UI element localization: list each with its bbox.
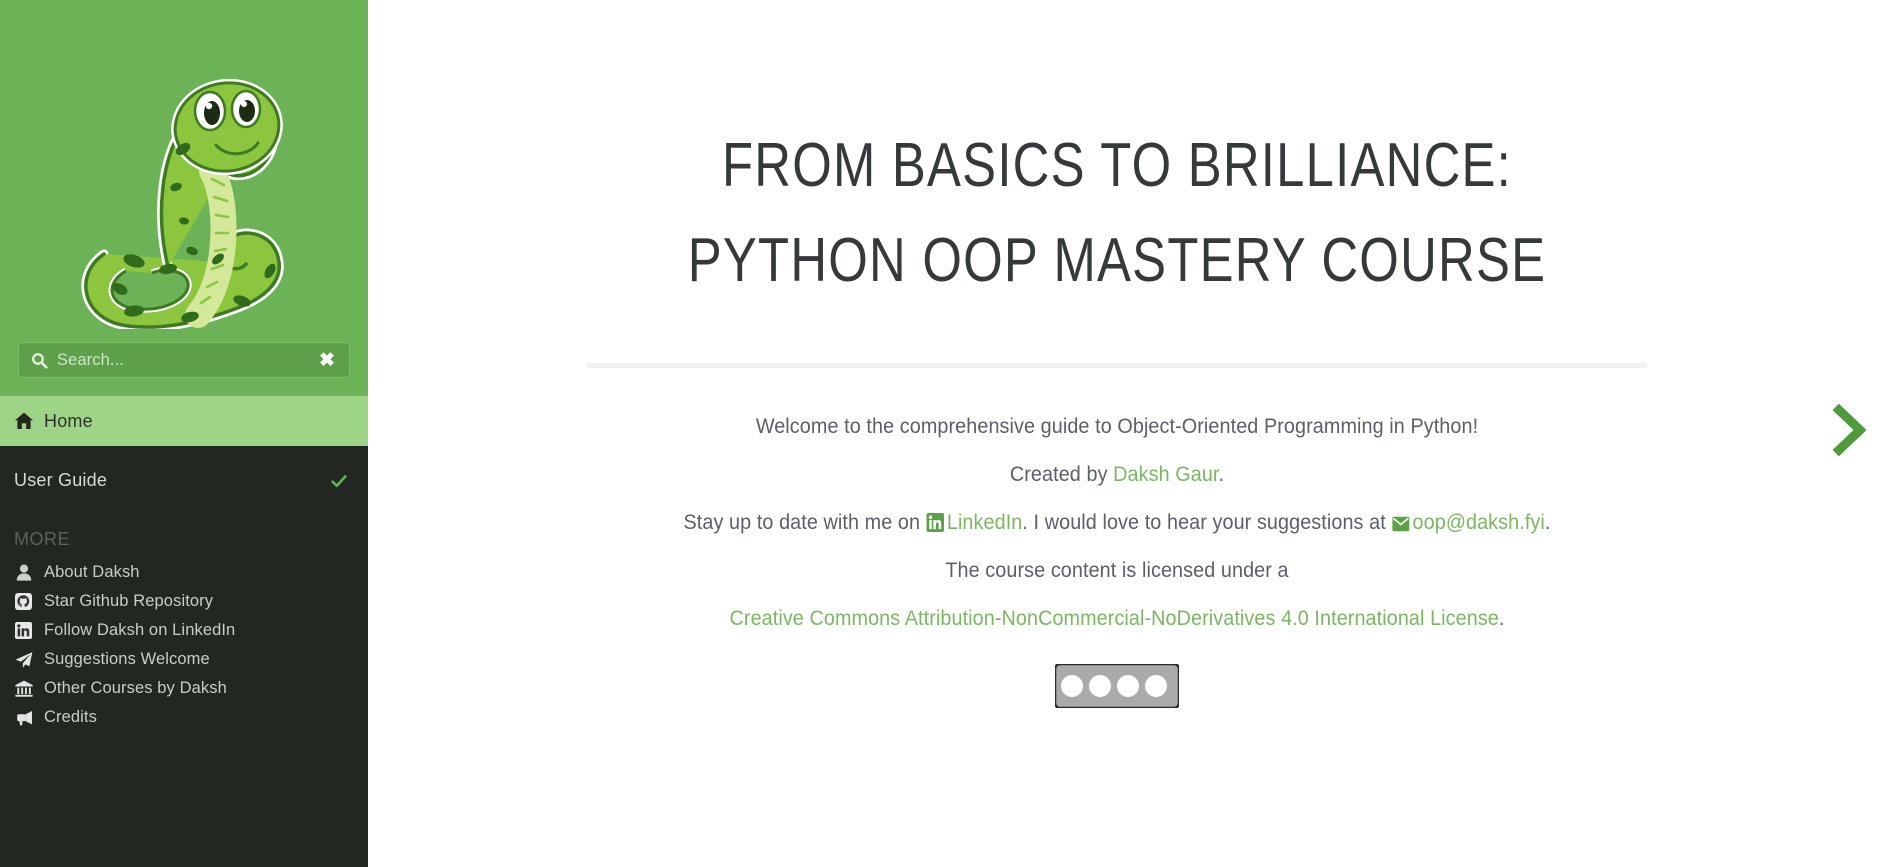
title-divider [586, 363, 1647, 368]
contact-paragraph: Stay up to date with me on LinkedIn. I w… [629, 498, 1604, 546]
sidebar-item-user-guide[interactable]: User Guide [0, 456, 368, 505]
paper-plane-icon [14, 650, 33, 669]
sidebar-section-more-heading: More [14, 523, 70, 551]
license-paragraph-line2: Creative Commons Attribution-NonCommerci… [629, 594, 1604, 642]
user-icon [14, 563, 33, 582]
content-wrapper: From Basics to Brilliance: Python OOP Ma… [586, 0, 1647, 708]
bank-icon [14, 679, 33, 698]
stay-prefix: Stay up to date with me on [683, 510, 926, 534]
linkedin-icon [926, 501, 944, 532]
site-logo[interactable] [0, 0, 368, 360]
sidebar-item-follow-linkedin-label: Follow Daksh on LinkedIn [44, 621, 236, 639]
sidebar-item-other-courses[interactable]: Other Courses by Daksh [0, 674, 368, 703]
sidebar-item-credits-label: Credits [44, 708, 97, 726]
chevron-right-icon [1832, 403, 1867, 457]
github-icon [14, 592, 33, 611]
stay-mid-text: . I would love to hear your suggestions … [1021, 510, 1391, 534]
sidebar: ✖ Home User Guide More [0, 0, 368, 867]
home-icon [15, 412, 33, 429]
author-link[interactable]: Daksh Gaur [1113, 462, 1218, 486]
sidebar-item-other-courses-label: Other Courses by Daksh [44, 679, 227, 697]
sidebar-item-suggestions-label: Suggestions Welcome [44, 650, 210, 668]
sidebar-item-star-github[interactable]: Star Github Repository [0, 587, 368, 616]
sidebar-item-about-daksh[interactable]: About Daksh [0, 558, 368, 587]
created-by-prefix: Created by [1009, 462, 1113, 486]
search-input[interactable] [57, 350, 317, 370]
search-box[interactable]: ✖ [18, 342, 350, 378]
python-snake-logo-icon [81, 78, 284, 329]
check-icon [331, 474, 347, 487]
page-title: From Basics to Brilliance: Python OOP Ma… [687, 131, 1546, 295]
sidebar-item-about-daksh-label: About Daksh [44, 563, 140, 581]
sidebar-item-star-github-label: Star Github Repository [44, 592, 214, 610]
envelope-icon [1392, 501, 1410, 532]
sidebar-item-home-label: Home [44, 410, 93, 431]
license-paragraph-line1: The course content is licensed under a [629, 546, 1604, 594]
sidebar-more-list: About Daksh Star Github Repository Follo… [0, 558, 368, 738]
email-link[interactable]: oop@daksh.fyi [1412, 510, 1544, 534]
sidebar-header: ✖ [0, 0, 368, 396]
created-by-suffix: . [1218, 462, 1224, 486]
license-suffix: . [1498, 606, 1504, 630]
sidebar-nav-dark: User Guide More About Daksh [0, 446, 368, 738]
page-root: ✖ Home User Guide More [0, 0, 1889, 867]
bullhorn-icon [14, 708, 33, 727]
license-prefix: The course content is licensed under a [944, 558, 1289, 582]
license-link[interactable]: Creative Commons Attribution-NonCommerci… [729, 606, 1498, 630]
welcome-paragraph: Welcome to the comprehensive guide to Ob… [629, 402, 1604, 450]
sidebar-item-suggestions[interactable]: Suggestions Welcome [0, 645, 368, 674]
sidebar-item-follow-linkedin[interactable]: Follow Daksh on LinkedIn [0, 616, 368, 645]
linkedin-link[interactable]: LinkedIn [946, 510, 1022, 534]
linkedin-icon [14, 621, 33, 640]
sidebar-item-home[interactable]: Home [0, 396, 368, 446]
sidebar-item-user-guide-label: User Guide [14, 470, 108, 490]
creative-commons-badge[interactable] [1054, 664, 1179, 708]
sidebar-item-credits[interactable]: Credits [0, 703, 368, 732]
welcome-text: Welcome to the comprehensive guide to Ob… [755, 414, 1478, 438]
main-content: From Basics to Brilliance: Python OOP Ma… [368, 0, 1889, 867]
search-clear-button[interactable]: ✖ [317, 350, 337, 370]
search-icon [32, 352, 48, 369]
author-paragraph: Created by Daksh Gaur. [629, 450, 1604, 498]
next-page-button[interactable] [1827, 403, 1873, 457]
search-container: ✖ [0, 342, 368, 378]
stay-suffix: . [1544, 510, 1550, 534]
